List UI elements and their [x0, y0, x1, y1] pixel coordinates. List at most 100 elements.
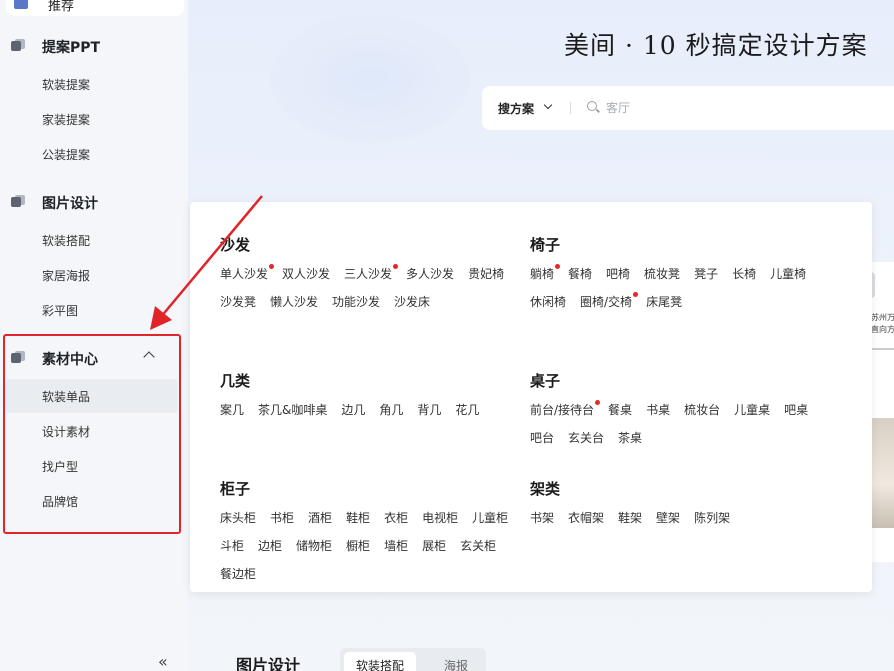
category-item-link[interactable]: 展柜 — [422, 539, 446, 553]
category-item-link[interactable]: 躺椅 — [530, 264, 561, 281]
image-icon — [11, 195, 25, 207]
category-item-link[interactable]: 书桌 — [646, 403, 670, 417]
category-item-link[interactable]: 餐椅 — [568, 267, 592, 281]
category-sofa: 沙发 单人沙发 双人沙发 三人沙发 多人沙发 贵妃椅沙发凳 懒人沙发 功能沙发 沙发床 — [220, 234, 510, 309]
sidebar-item-recommend[interactable]: 推荐 — [6, 0, 184, 16]
category-item-link[interactable]: 双人沙发 — [282, 267, 330, 281]
category-items: 书架 衣帽架 鞋架 壁架 陈列架 — [530, 511, 840, 525]
sidebar-item-public-proposal[interactable]: 公装提案 — [6, 137, 178, 171]
card-text-line: 直向方 — [871, 325, 894, 334]
category-item-link[interactable]: 壁架 — [656, 511, 680, 525]
category-item-link[interactable]: 橱柜 — [346, 539, 370, 553]
category-items: 案几 茶几&咖啡桌 边几 角几 背几 花几 — [220, 403, 510, 417]
category-item-link[interactable]: 书柜 — [270, 511, 294, 525]
tab-poster[interactable]: 海报 — [432, 652, 480, 671]
sidebar-item-label: 彩平图 — [42, 304, 79, 318]
category-title: 几类 — [220, 372, 251, 390]
category-title: 架类 — [530, 480, 561, 498]
category-item-link[interactable]: 餐边柜 — [220, 567, 256, 581]
category-item-link[interactable]: 鞋架 — [618, 511, 642, 525]
search-divider — [570, 102, 571, 114]
collapse-sidebar-button[interactable]: « — [158, 652, 168, 671]
sidebar-item-soft-proposal[interactable]: 软装提案 — [6, 67, 178, 101]
category-item-link[interactable]: 沙发床 — [394, 295, 430, 309]
category-item-link[interactable]: 沙发凳 — [220, 295, 256, 309]
annotation-highlight-box — [3, 334, 181, 534]
category-item-link[interactable]: 多人沙发 — [406, 267, 454, 281]
sidebar-item-label: 推荐 — [48, 0, 75, 14]
sidebar-item-soft-matching[interactable]: 软装搭配 — [6, 223, 178, 257]
sidebar-item-home-poster[interactable]: 家居海报 — [6, 258, 178, 292]
category-item-link[interactable]: 角几 — [379, 403, 403, 417]
card-text-line: 苏州万 — [871, 313, 894, 322]
search-input[interactable] — [606, 98, 806, 118]
category-item-link[interactable]: 储物柜 — [296, 539, 332, 553]
folder-icon — [11, 39, 25, 51]
category-item-link[interactable]: 茶桌 — [618, 431, 642, 445]
category-title: 桌子 — [530, 372, 561, 390]
category-item-link[interactable]: 吧台 — [530, 431, 554, 445]
category-item-link[interactable]: 电视柜 — [422, 511, 458, 525]
category-item-link[interactable]: 贵妃椅 — [468, 267, 504, 281]
sidebar-group-label: 图片设计 — [42, 196, 98, 212]
sidebar-item-color-floorplan[interactable]: 彩平图 — [6, 293, 178, 327]
category-item-link[interactable]: 酒柜 — [308, 511, 332, 525]
sidebar-item-label: 家装提案 — [42, 113, 91, 127]
category-item-link[interactable]: 书架 — [530, 511, 554, 525]
category-item-link[interactable]: 圈椅/交椅 — [580, 292, 639, 309]
category-item-link[interactable]: 儿童桌 — [734, 403, 770, 417]
category-item-link[interactable]: 梳妆台 — [684, 403, 720, 417]
category-item-link[interactable]: 梳妆凳 — [644, 267, 680, 281]
category-item-link[interactable]: 案几 — [220, 403, 244, 417]
category-item-link[interactable]: 餐桌 — [608, 403, 632, 417]
sidebar-group-image-design[interactable]: 图片设计 — [0, 185, 188, 219]
search-scope-select[interactable]: 搜方案 — [498, 100, 534, 117]
sidebar-item-home-proposal[interactable]: 家装提案 — [6, 102, 178, 136]
recommend-icon — [14, 0, 28, 9]
category-item-link[interactable]: 凳子 — [694, 267, 718, 281]
category-title: 沙发 — [220, 236, 251, 254]
category-item-link[interactable]: 三人沙发 — [344, 264, 399, 281]
sidebar-item-label: 软装提案 — [42, 78, 91, 92]
category-item-link[interactable]: 单人沙发 — [220, 264, 275, 281]
side-preview-card[interactable]: 苏州万 直向方 — [861, 262, 894, 562]
card-divider — [871, 348, 894, 350]
category-item-link[interactable]: 儿童椅 — [770, 267, 806, 281]
category-item-link[interactable]: 懒人沙发 — [270, 295, 318, 309]
category-item-link[interactable]: 玄关台 — [568, 431, 604, 445]
category-dropdown-panel: 沙发 单人沙发 双人沙发 三人沙发 多人沙发 贵妃椅 沙发凳 懒人沙发 功能沙发 沙发床 椅子 … — [190, 202, 872, 592]
category-item-link[interactable]: 鞋柜 — [346, 511, 370, 525]
category-item-link[interactable]: 墙柜 — [384, 539, 408, 553]
category-item-link[interactable]: 前台/接待台 — [530, 400, 601, 417]
category-item-link[interactable]: 吧桌 — [784, 403, 808, 417]
category-items: 床头柜 书柜 酒柜 鞋柜 衣柜 电视柜 儿童柜斗柜 边柜 储物柜 橱柜 墙柜 展柜 玄关柜餐边柜 — [220, 511, 510, 581]
category-item-link[interactable]: 斗柜 — [220, 539, 244, 553]
category-item-link[interactable]: 儿童柜 — [472, 511, 508, 525]
category-item-link[interactable]: 背几 — [417, 403, 441, 417]
category-title: 柜子 — [220, 480, 251, 498]
tab-soft-matching[interactable]: 软装搭配 — [344, 652, 417, 671]
category-item-link[interactable]: 边柜 — [258, 539, 282, 553]
category-title: 椅子 — [530, 236, 561, 254]
category-items: 躺椅 餐椅 吧椅 梳妆凳 凳子 长椅 儿童椅休闲椅 圈椅/交椅 床尾凳 — [530, 264, 840, 309]
category-item-link[interactable]: 陈列架 — [694, 511, 730, 525]
category-item-link[interactable]: 吧椅 — [606, 267, 630, 281]
category-item-link[interactable]: 衣帽架 — [568, 511, 604, 525]
category-item-link[interactable]: 长椅 — [732, 267, 756, 281]
category-item-link[interactable]: 边几 — [341, 403, 365, 417]
section-tabs: 软装搭配 海报 — [340, 648, 486, 671]
category-item-link[interactable]: 茶几&咖啡桌 — [258, 403, 327, 417]
chevron-down-icon[interactable] — [543, 100, 553, 110]
hero-title: 美间 · 10 秒搞定设计方案 — [564, 31, 868, 60]
category-item-link[interactable]: 床头柜 — [220, 511, 256, 525]
category-item-link[interactable]: 衣柜 — [384, 511, 408, 525]
category-item-link[interactable]: 花几 — [455, 403, 479, 417]
category-shelf: 架类 书架 衣帽架 鞋架 壁架 陈列架 — [530, 478, 840, 525]
sidebar-group-proposal-ppt[interactable]: 提案PPT — [0, 29, 188, 63]
decorative-circle — [270, 14, 470, 144]
category-item-link[interactable]: 玄关柜 — [460, 539, 496, 553]
category-item-link[interactable]: 床尾凳 — [646, 295, 682, 309]
category-item-link[interactable]: 休闲椅 — [530, 295, 566, 309]
category-item-link[interactable]: 功能沙发 — [332, 295, 380, 309]
category-cabinet: 柜子 床头柜 书柜 酒柜 鞋柜 衣柜 电视柜 儿童柜斗柜 边柜 储物柜 橱柜 墙柜 展柜 玄关柜餐边柜 — [220, 478, 510, 581]
